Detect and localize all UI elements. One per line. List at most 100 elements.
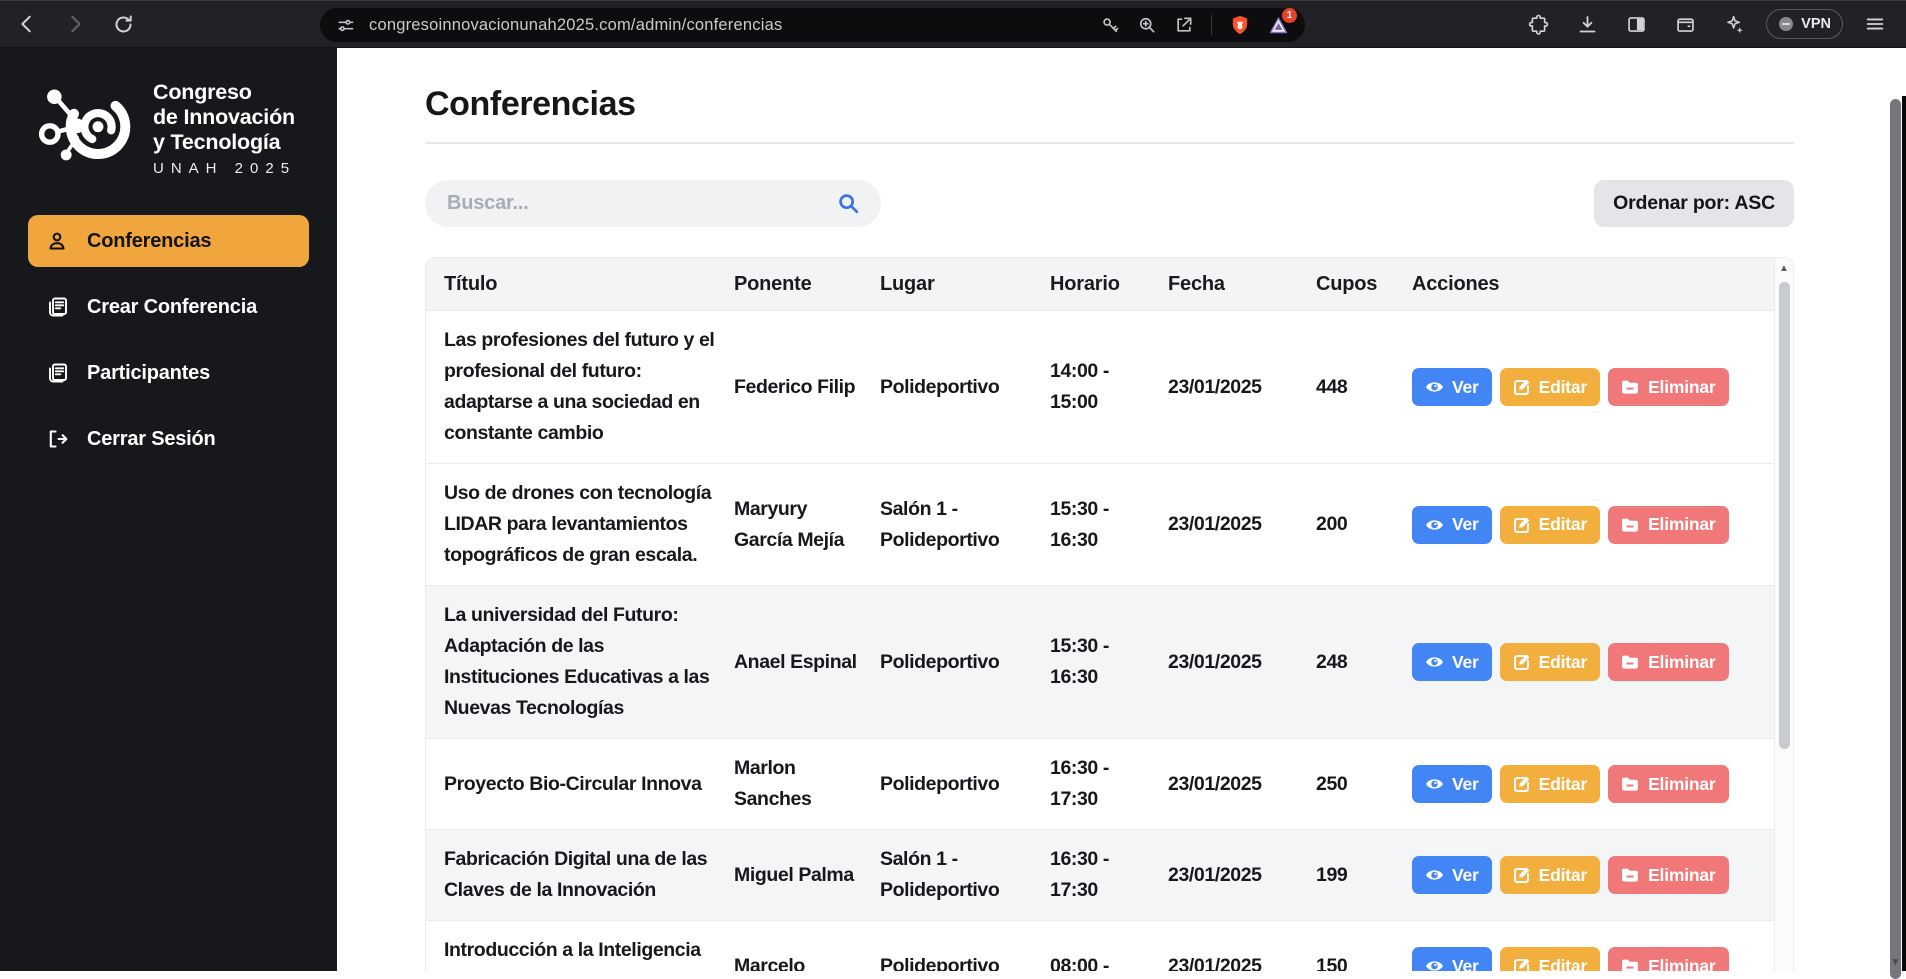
cell-titulo: La universidad del Futuro: Adaptación de… xyxy=(444,604,710,719)
page-title: Conferencias xyxy=(425,85,636,123)
back-button[interactable] xyxy=(10,7,44,41)
column-header-horario: Horario xyxy=(1050,272,1120,295)
downloads-button[interactable] xyxy=(1570,7,1604,41)
cell-horario: 15:30 - 16:30 xyxy=(1050,635,1109,688)
ver-label: Ver xyxy=(1452,955,1479,972)
reload-button[interactable] xyxy=(106,7,140,41)
ver-button[interactable]: Ver xyxy=(1412,947,1492,971)
editar-label: Editar xyxy=(1538,955,1588,972)
logo-line-2: de Innovación xyxy=(153,105,295,129)
brave-shield-icon[interactable] xyxy=(1229,14,1251,36)
vpn-button[interactable]: VPN xyxy=(1766,9,1843,39)
ver-button[interactable]: Ver xyxy=(1412,643,1492,681)
editar-button[interactable]: Editar xyxy=(1499,765,1601,803)
share-icon[interactable] xyxy=(1174,15,1194,35)
scroll-down-arrow-icon[interactable]: ▼ xyxy=(1889,957,1902,968)
hamburger-icon xyxy=(1866,18,1884,30)
ver-button[interactable]: Ver xyxy=(1412,856,1492,894)
cell-titulo: Uso de drones con tecnología LIDAR para … xyxy=(444,482,712,566)
extension-triangle-button[interactable]: 1 xyxy=(1268,7,1297,36)
url-text: congresoinnovacionunah2025.com/admin/con… xyxy=(369,15,783,34)
eliminar-button[interactable]: Eliminar xyxy=(1608,643,1729,681)
editar-label: Editar xyxy=(1538,376,1588,397)
table-scrollbar-thumb[interactable] xyxy=(1779,282,1790,749)
row-actions: Ver Editar Eliminar xyxy=(1412,856,1767,894)
eliminar-button[interactable]: Eliminar xyxy=(1608,765,1729,803)
password-key-icon[interactable] xyxy=(1100,15,1120,35)
logo-line-3: y Tecnología xyxy=(153,130,281,154)
site-settings-icon[interactable] xyxy=(336,16,355,35)
search-box[interactable] xyxy=(425,180,881,227)
table-scrollbar[interactable]: ▲ xyxy=(1774,258,1793,971)
edit-pencil-icon xyxy=(1513,958,1530,971)
chevron-left-icon xyxy=(21,15,31,33)
eliminar-button[interactable]: Eliminar xyxy=(1608,368,1729,406)
url-bar[interactable]: congresoinnovacionunah2025.com/admin/con… xyxy=(320,7,1305,42)
extensions-button[interactable] xyxy=(1521,7,1555,41)
editar-label: Editar xyxy=(1538,773,1588,794)
scroll-up-arrow-icon[interactable]: ▲ xyxy=(1775,263,1793,274)
editar-label: Editar xyxy=(1538,864,1588,885)
leo-ai-button[interactable] xyxy=(1717,7,1751,41)
sidebar-toggle-button[interactable] xyxy=(1619,7,1653,41)
sparkle-icon xyxy=(1726,15,1743,33)
ver-button[interactable]: Ver xyxy=(1412,505,1492,544)
cell-lugar: Polideportivo xyxy=(880,772,1000,795)
editar-button[interactable]: Editar xyxy=(1499,643,1601,681)
eliminar-label: Eliminar xyxy=(1648,773,1716,794)
search-icon[interactable] xyxy=(836,191,861,216)
cell-lugar: Polideportivo xyxy=(880,650,1000,673)
search-input[interactable] xyxy=(445,191,826,216)
ver-button[interactable]: Ver xyxy=(1412,765,1492,803)
reload-icon xyxy=(115,14,132,32)
sidebar-item-participantes[interactable]: Participantes xyxy=(28,347,309,399)
sidebar-panel-icon xyxy=(1627,16,1645,32)
cell-cupos: 250 xyxy=(1316,772,1348,795)
sidebar-item-label: Crear Conferencia xyxy=(87,295,257,318)
menu-button[interactable] xyxy=(1858,7,1892,41)
journal-icon xyxy=(49,297,67,317)
sidebar-item-crear-conferencia[interactable]: Crear Conferencia xyxy=(28,281,309,333)
sidebar-item-cerrar-sesion[interactable]: Cerrar Sesión xyxy=(28,413,309,465)
window-scrollbar-thumb[interactable] xyxy=(1890,99,1901,979)
extension-badge: 1 xyxy=(1282,7,1297,23)
window-edge xyxy=(1902,96,1906,971)
sidebar-item-label: Conferencias xyxy=(87,229,212,252)
editar-button[interactable]: Editar xyxy=(1499,856,1601,894)
row-actions: Ver Editar Eliminar xyxy=(1412,765,1767,803)
cell-ponente: Marlon Sanches xyxy=(734,757,812,810)
sidebar-menu: Conferencias Crear Conferencia Participa… xyxy=(0,215,337,465)
zoom-icon[interactable] xyxy=(1137,15,1157,35)
cell-ponente: Miguel Palma xyxy=(734,863,854,886)
ver-button[interactable]: Ver xyxy=(1412,368,1492,406)
sort-button[interactable]: Ordenar por: ASC xyxy=(1594,180,1794,227)
cell-horario: 14:00 - 15:00 xyxy=(1050,360,1109,413)
eliminar-label: Eliminar xyxy=(1648,864,1716,885)
eye-icon xyxy=(1426,961,1443,971)
cell-fecha: 23/01/2025 xyxy=(1168,513,1262,535)
eliminar-button[interactable]: Eliminar xyxy=(1608,505,1729,544)
eye-icon xyxy=(1426,657,1443,667)
row-actions: Ver Editar Eliminar xyxy=(1412,368,1767,406)
vpn-label: VPN xyxy=(1801,16,1831,32)
sidebar-item-conferencias[interactable]: Conferencias xyxy=(28,215,309,267)
cell-cupos: 200 xyxy=(1316,513,1348,535)
window-scrollbar[interactable]: ▼ xyxy=(1889,96,1902,979)
editar-button[interactable]: Editar xyxy=(1499,505,1601,544)
main-content: Conferencias Ordenar por: ASC Título Pon… xyxy=(337,48,1906,971)
eliminar-button[interactable]: Eliminar xyxy=(1608,947,1729,971)
editar-button[interactable]: Editar xyxy=(1499,368,1601,406)
cell-cupos: 150 xyxy=(1316,954,1348,972)
folder-delete-icon xyxy=(1622,655,1638,669)
table-row: Proyecto Bio-Circular Innova Marlon Sanc… xyxy=(426,738,1793,829)
editar-button[interactable]: Editar xyxy=(1499,947,1601,972)
eliminar-button[interactable]: Eliminar xyxy=(1608,856,1729,894)
ver-label: Ver xyxy=(1452,376,1479,397)
divider xyxy=(1211,15,1212,35)
sidebar-item-label: Participantes xyxy=(87,361,211,384)
wallet-button[interactable] xyxy=(1668,7,1702,41)
cell-titulo: Las profesiones del futuro y el profesio… xyxy=(444,329,715,444)
forward-button[interactable] xyxy=(58,7,92,41)
column-header-ponente: Ponente xyxy=(734,272,812,295)
table-header-row: Título Ponente Lugar Horario Fecha Cupos… xyxy=(426,258,1793,310)
